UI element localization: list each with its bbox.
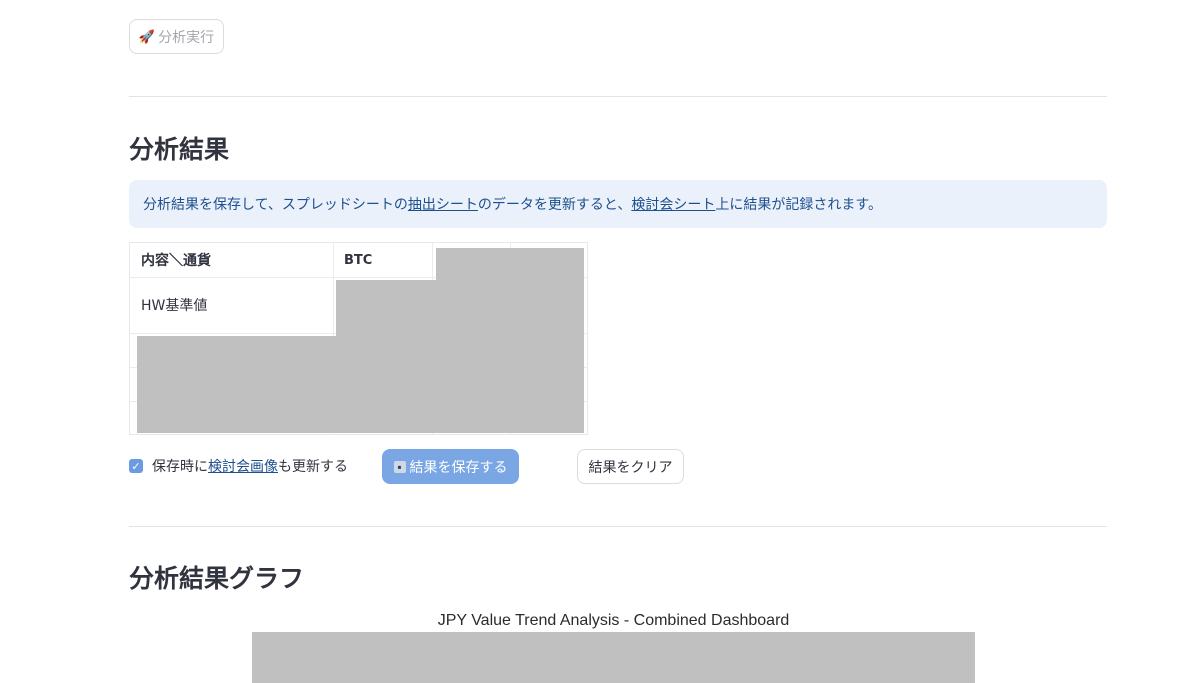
redacted-chart-image <box>252 632 975 683</box>
table-header-label: 内容＼通貨 <box>141 253 211 269</box>
table-header-btc: BTC <box>344 252 373 268</box>
clear-results-label: 結果をクリア <box>588 458 673 475</box>
info-box: 分析結果を保存して、スプレッドシートの 抽出シート のデータを更新すると、 検討… <box>129 180 1107 228</box>
update-image-checkbox-row[interactable]: ✓ 保存時に 検討会画像 も更新する <box>129 456 348 476</box>
extract-sheet-link[interactable]: 抽出シート <box>408 194 478 214</box>
run-analysis-label: 分析実行 <box>158 28 215 45</box>
checkbox-text-2: も更新する <box>278 459 348 475</box>
graph-title: 分析結果グラフ <box>129 564 305 593</box>
info-text-2: のデータを更新すると、 <box>477 197 632 213</box>
run-analysis-button[interactable]: 🚀 分析実行 <box>129 19 224 54</box>
results-title: 分析結果 <box>129 135 230 164</box>
review-sheet-link[interactable]: 検討会シート <box>631 194 715 214</box>
page: 🚀 分析実行 分析結果 分析結果を保存して、スプレッドシートの 抽出シート のデ… <box>0 0 1200 683</box>
redacted-region <box>336 280 436 433</box>
save-results-button[interactable]: ▪ 結果を保存する <box>382 449 519 484</box>
floppy-disk-icon: ▪ <box>393 460 406 474</box>
divider <box>129 96 1107 97</box>
divider <box>129 526 1107 527</box>
results-table[interactable]: 内容＼通貨 BTC HW基準値 <box>129 242 588 435</box>
redacted-region <box>436 248 584 433</box>
checkbox-text-1: 保存時に <box>152 459 208 475</box>
table-row-label: HW基準値 <box>141 298 208 314</box>
save-results-label: 結果を保存する <box>409 458 508 475</box>
info-text-3: 上に結果が記録されます。 <box>715 197 882 213</box>
checkbox-checked-icon[interactable]: ✓ <box>129 459 143 473</box>
redacted-region <box>137 336 337 433</box>
clear-results-button[interactable]: 結果をクリア <box>577 449 684 484</box>
rocket-icon: 🚀 <box>138 28 156 44</box>
review-image-link[interactable]: 検討会画像 <box>208 456 278 476</box>
chart-title: JPY Value Trend Analysis - Combined Dash… <box>437 612 790 629</box>
info-text-1: 分析結果を保存して、スプレッドシートの <box>143 197 408 213</box>
